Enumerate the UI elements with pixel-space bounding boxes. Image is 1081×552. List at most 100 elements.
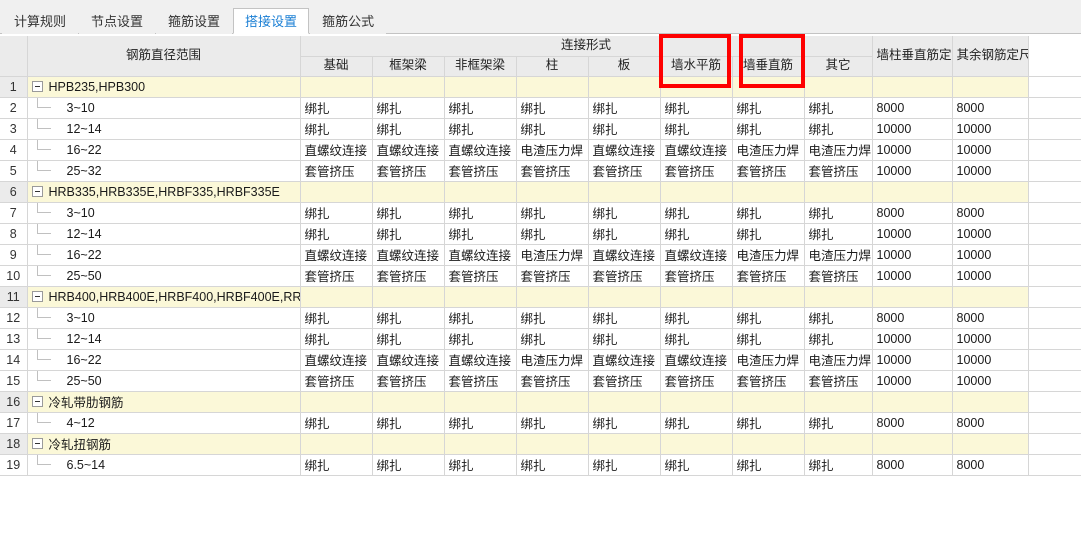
cell-connection-4[interactable] bbox=[588, 433, 661, 455]
cell-length-1[interactable]: 10000 bbox=[952, 349, 1029, 371]
cell-connection-7[interactable]: 套管挤压 bbox=[804, 160, 873, 182]
cell-connection-6[interactable]: 绑扎 bbox=[732, 328, 805, 350]
header-connection-col-5[interactable]: 墙水平筋 bbox=[660, 56, 733, 77]
cell-connection-3[interactable]: 套管挤压 bbox=[516, 370, 589, 392]
cell-connection-0[interactable]: 套管挤压 bbox=[300, 370, 373, 392]
cell-connection-1[interactable]: 套管挤压 bbox=[372, 265, 445, 287]
header-other-rebar-length[interactable]: 其余钢筋定尺 bbox=[952, 36, 1029, 77]
cell-connection-4[interactable]: 绑扎 bbox=[588, 328, 661, 350]
cell-connection-2[interactable]: 直螺纹连接 bbox=[444, 139, 517, 161]
cell-length-1[interactable]: 8000 bbox=[952, 202, 1029, 224]
cell-connection-3[interactable]: 套管挤压 bbox=[516, 160, 589, 182]
cell-length-1[interactable]: 10000 bbox=[952, 160, 1029, 182]
tab-1[interactable]: 节点设置 bbox=[79, 8, 156, 34]
cell-connection-4[interactable]: 套管挤压 bbox=[588, 265, 661, 287]
cell-connection-5[interactable]: 绑扎 bbox=[660, 307, 733, 329]
tree-cell[interactable]: 冷轧带肋钢筋 bbox=[27, 391, 301, 413]
cell-connection-3[interactable]: 电渣压力焊 bbox=[516, 244, 589, 266]
row-number[interactable]: 16 bbox=[0, 391, 28, 413]
tree-cell[interactable]: 12~14 bbox=[27, 223, 301, 245]
cell-connection-2[interactable]: 绑扎 bbox=[444, 118, 517, 140]
cell-connection-7[interactable]: 绑扎 bbox=[804, 118, 873, 140]
cell-connection-1[interactable]: 套管挤压 bbox=[372, 160, 445, 182]
table-row[interactable]: 16 冷轧带肋钢筋 bbox=[0, 391, 1081, 413]
cell-length-0[interactable] bbox=[872, 181, 953, 203]
cell-connection-1[interactable]: 绑扎 bbox=[372, 412, 445, 434]
tree-cell[interactable]: 25~32 bbox=[27, 160, 301, 182]
cell-connection-3[interactable]: 绑扎 bbox=[516, 97, 589, 119]
cell-connection-3[interactable]: 绑扎 bbox=[516, 223, 589, 245]
table-row[interactable]: 15 25~50 套管挤压 套管挤压 套管挤压 套管挤压 套管挤压 套管挤压 套管挤压 套管挤压 1… bbox=[0, 370, 1081, 392]
cell-length-1[interactable]: 10000 bbox=[952, 118, 1029, 140]
cell-connection-0[interactable] bbox=[300, 181, 373, 203]
cell-length-0[interactable]: 8000 bbox=[872, 97, 953, 119]
cell-connection-5[interactable] bbox=[660, 181, 733, 203]
cell-connection-7[interactable]: 绑扎 bbox=[804, 307, 873, 329]
table-row[interactable]: 17 4~12 绑扎 绑扎 绑扎 绑扎 绑扎 绑扎 绑扎 绑扎 8000 8000 bbox=[0, 412, 1081, 434]
row-number[interactable]: 18 bbox=[0, 433, 28, 455]
row-number[interactable]: 12 bbox=[0, 307, 28, 329]
table-row[interactable]: 6 HRB335,HRB335E,HRBF335,HRBF335E bbox=[0, 181, 1081, 203]
cell-connection-5[interactable] bbox=[660, 433, 733, 455]
cell-connection-1[interactable] bbox=[372, 433, 445, 455]
cell-connection-0[interactable]: 绑扎 bbox=[300, 412, 373, 434]
cell-connection-5[interactable]: 绑扎 bbox=[660, 412, 733, 434]
table-row[interactable]: 3 12~14 绑扎 绑扎 绑扎 绑扎 绑扎 绑扎 绑扎 绑扎 10000 10000 bbox=[0, 118, 1081, 140]
header-connection-col-4[interactable]: 板 bbox=[588, 56, 661, 77]
cell-connection-3[interactable]: 绑扎 bbox=[516, 118, 589, 140]
cell-connection-6[interactable] bbox=[732, 76, 805, 98]
cell-connection-7[interactable]: 电渣压力焊 bbox=[804, 244, 873, 266]
cell-connection-3[interactable]: 绑扎 bbox=[516, 307, 589, 329]
tree-cell[interactable]: HRB335,HRB335E,HRBF335,HRBF335E bbox=[27, 181, 301, 203]
table-row[interactable]: 19 6.5~14 绑扎 绑扎 绑扎 绑扎 绑扎 绑扎 绑扎 绑扎 8000 8000 bbox=[0, 454, 1081, 476]
cell-length-1[interactable]: 8000 bbox=[952, 454, 1029, 476]
cell-connection-6[interactable]: 电渣压力焊 bbox=[732, 349, 805, 371]
tree-cell[interactable]: HRB400,HRB400E,HRBF400,HRBF400E,RR... bbox=[27, 286, 301, 308]
table-row[interactable]: 12 3~10 绑扎 绑扎 绑扎 绑扎 绑扎 绑扎 绑扎 绑扎 8000 8000 bbox=[0, 307, 1081, 329]
cell-length-1[interactable] bbox=[952, 76, 1029, 98]
cell-connection-0[interactable]: 绑扎 bbox=[300, 118, 373, 140]
cell-length-1[interactable]: 10000 bbox=[952, 328, 1029, 350]
cell-connection-2[interactable]: 绑扎 bbox=[444, 97, 517, 119]
table-row[interactable]: 13 12~14 绑扎 绑扎 绑扎 绑扎 绑扎 绑扎 绑扎 绑扎 10000 10000 bbox=[0, 328, 1081, 350]
cell-connection-6[interactable] bbox=[732, 286, 805, 308]
cell-connection-0[interactable]: 绑扎 bbox=[300, 223, 373, 245]
cell-connection-6[interactable]: 套管挤压 bbox=[732, 370, 805, 392]
cell-connection-3[interactable] bbox=[516, 433, 589, 455]
cell-length-1[interactable] bbox=[952, 391, 1029, 413]
cell-connection-4[interactable] bbox=[588, 181, 661, 203]
cell-connection-3[interactable]: 电渣压力焊 bbox=[516, 349, 589, 371]
table-row[interactable]: 18 冷轧扭钢筋 bbox=[0, 433, 1081, 455]
cell-connection-1[interactable]: 绑扎 bbox=[372, 328, 445, 350]
cell-connection-5[interactable]: 套管挤压 bbox=[660, 370, 733, 392]
cell-length-0[interactable]: 8000 bbox=[872, 307, 953, 329]
cell-connection-7[interactable]: 绑扎 bbox=[804, 454, 873, 476]
cell-connection-4[interactable] bbox=[588, 76, 661, 98]
table-row[interactable]: 11 HRB400,HRB400E,HRBF400,HRBF400E,RR... bbox=[0, 286, 1081, 308]
collapse-minus-icon[interactable] bbox=[31, 291, 43, 302]
tree-cell[interactable]: 3~10 bbox=[27, 307, 301, 329]
header-connection-col-1[interactable]: 框架梁 bbox=[372, 56, 445, 77]
tree-cell[interactable]: 3~10 bbox=[27, 202, 301, 224]
collapse-minus-icon[interactable] bbox=[31, 438, 43, 449]
cell-connection-2[interactable] bbox=[444, 181, 517, 203]
cell-connection-7[interactable]: 电渣压力焊 bbox=[804, 349, 873, 371]
cell-connection-2[interactable]: 套管挤压 bbox=[444, 265, 517, 287]
table-row[interactable]: 8 12~14 绑扎 绑扎 绑扎 绑扎 绑扎 绑扎 绑扎 绑扎 10000 10000 bbox=[0, 223, 1081, 245]
tree-cell[interactable]: 3~10 bbox=[27, 97, 301, 119]
cell-length-1[interactable] bbox=[952, 433, 1029, 455]
row-number[interactable]: 4 bbox=[0, 139, 28, 161]
cell-connection-7[interactable]: 绑扎 bbox=[804, 97, 873, 119]
cell-connection-1[interactable]: 直螺纹连接 bbox=[372, 139, 445, 161]
cell-connection-6[interactable]: 绑扎 bbox=[732, 223, 805, 245]
cell-length-1[interactable]: 10000 bbox=[952, 139, 1029, 161]
cell-length-1[interactable]: 10000 bbox=[952, 370, 1029, 392]
cell-connection-0[interactable]: 直螺纹连接 bbox=[300, 349, 373, 371]
cell-length-0[interactable] bbox=[872, 76, 953, 98]
cell-length-0[interactable]: 10000 bbox=[872, 265, 953, 287]
cell-connection-3[interactable] bbox=[516, 76, 589, 98]
cell-connection-5[interactable]: 绑扎 bbox=[660, 97, 733, 119]
cell-connection-0[interactable]: 套管挤压 bbox=[300, 265, 373, 287]
cell-connection-3[interactable] bbox=[516, 286, 589, 308]
tab-4[interactable]: 箍筋公式 bbox=[310, 8, 387, 34]
